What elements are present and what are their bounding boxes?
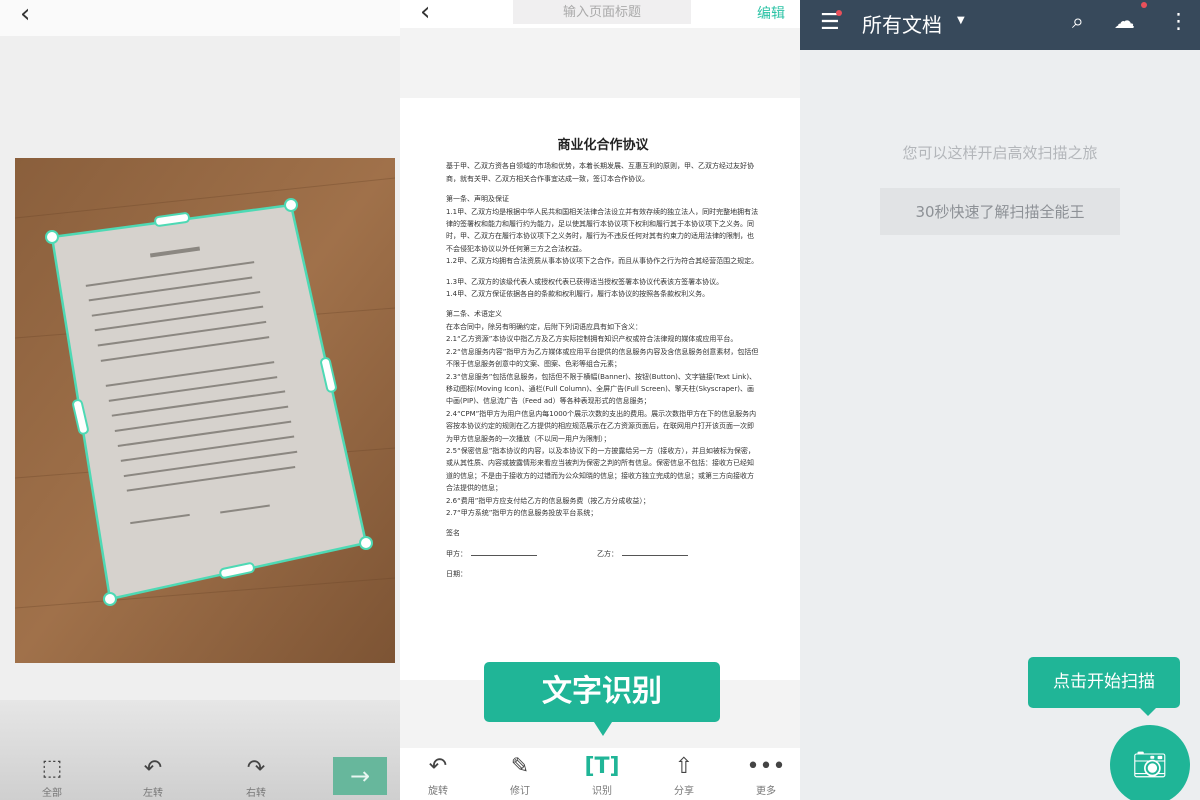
rotate-icon: ↶ (428, 754, 448, 779)
arrow-right-icon: → (349, 762, 371, 790)
edit-button[interactable]: 编辑 (757, 3, 785, 23)
doc-heading: 第二条、术语定义 (446, 310, 502, 319)
doc-paragraph: 1.1甲、乙双方均是根据中华人民共和国相关法律合法设立并有效存续的独立法人，同时… (446, 207, 759, 253)
notification-dot (1141, 2, 1147, 8)
doc-paragraph: 1.3甲、乙双方的该级代表人或授权代表已获得适当授权签署本协议代表该方签署本协议… (446, 277, 724, 286)
corner-handle (103, 592, 117, 606)
scan-button[interactable]: 📷︎ (1110, 725, 1190, 800)
doc-paragraph: 1.2甲、乙双方均拥有合法资质从事本协议项下之合作，而且从事协作之行为符合其经营… (446, 257, 759, 266)
date-label: 日期： (446, 570, 467, 579)
document-title: 商业化合作协议 (557, 138, 649, 153)
revise-button[interactable]: ✎ 修订 (490, 754, 550, 797)
doc-paragraph: 2.2“信息服务内容”指甲方为乙方媒体或应用平台提供的信息服务内容及含信息服务创… (446, 347, 759, 369)
corner-handle (284, 198, 298, 212)
document-photo (15, 158, 395, 663)
doc-paragraph: 2.5“保密信息”指本协议的内容，以及本协议下的一方披露给另一方（接收方），并且… (446, 446, 755, 493)
party-a-label: 甲方： (446, 549, 467, 558)
preview-screen: ‹ 编辑 商业化合作协议 基于甲、乙双方资各自领域的市场和优势，本着长期发展、互… (400, 0, 800, 800)
doc-heading: 第一条、声明及保证 (446, 195, 509, 204)
corner-handle (359, 536, 373, 550)
hint-text: 您可以这样开启高效扫描之旅 (902, 144, 1098, 162)
next-button[interactable]: → (333, 757, 387, 795)
top-bar: ‹ (0, 0, 400, 36)
more-icon: ••• (746, 754, 786, 779)
guide-button[interactable]: 30秒快速了解扫描全能王 (880, 188, 1120, 235)
party-b-label: 乙方： (597, 549, 618, 558)
doc-paragraph: 2.6“费用”指甲方应支付给乙方的信息服务费（按乙方分成收益）； (446, 496, 650, 505)
pencil-icon: ✎ (510, 754, 530, 779)
ocr-tooltip: 文字识别 (484, 662, 720, 736)
doc-paragraph: 在本合同中，除另有明确约定，后附下列词语应具有如下含义： (446, 322, 642, 331)
rotate-left-icon: ↶ (143, 756, 163, 781)
share-icon: ⇧ (674, 754, 694, 779)
doc-paragraph: 2.1“乙方资源”本协议中指乙方及乙方实际控制拥有知识产权或符合法律规的媒体或应… (446, 335, 738, 344)
sign-label: 签名 (446, 529, 460, 538)
signature-row: 甲方： 乙方： (446, 548, 760, 560)
document-page: 商业化合作协议 基于甲、乙双方资各自领域的市场和优势，本着长期发展、互惠互利的原… (400, 98, 800, 680)
caret-down-icon[interactable]: ▼ (957, 15, 965, 26)
crop-screen: ‹ ⬚ 全部 ↶ 左转 ↷ 右转 → (0, 0, 400, 800)
rotate-right-icon: ↷ (246, 756, 266, 781)
cloud-upload-icon[interactable]: ☁ (1114, 9, 1135, 33)
share-button[interactable]: ⇧ 分享 (654, 754, 714, 797)
scan-tooltip: 点击开始扫描 (1028, 657, 1180, 716)
recognize-button[interactable]: [T] 识别 (572, 754, 632, 797)
home-screen: ☰ 所有文档 ▼ ⌕ ☁ ⋮ 您可以这样开启高效扫描之旅 30秒快速了解扫描全能… (800, 0, 1200, 800)
back-button[interactable]: ‹ (420, 0, 430, 25)
more-button[interactable]: ••• 更多 (736, 754, 796, 797)
doc-paragraph: 2.3“信息服务”包括信息服务，包括但不限于横幅(Banner)、按钮(Butt… (446, 372, 757, 406)
more-vert-icon[interactable]: ⋮ (1168, 9, 1189, 33)
text-recognize-icon: [T] (584, 754, 620, 779)
back-button[interactable]: ‹ (20, 1, 30, 27)
doc-paragraph: 2.4“CPM”指甲方为用户信息内每1000个展示次数的支出的费用。展示次数指甲… (446, 409, 757, 443)
preview-toolbar: ↶ 旋转 ✎ 修订 [T] 识别 ⇧ 分享 ••• 更多 (400, 748, 800, 800)
select-all-icon: ⬚ (41, 756, 63, 781)
camera-icon: 📷︎ (1132, 748, 1168, 781)
rotate-right-button[interactable]: ↷ 右转 (226, 756, 286, 799)
rotate-button[interactable]: ↶ 旋转 (408, 754, 468, 797)
corner-handle (45, 230, 59, 244)
search-icon[interactable]: ⌕ (1072, 9, 1084, 34)
folder-title[interactable]: 所有文档 (862, 9, 942, 38)
doc-paragraph: 基于甲、乙双方资各自领域的市场和优势，本着长期发展、互惠互利的原则，甲、乙双方经… (446, 162, 754, 183)
doc-paragraph: 1.4甲、乙双方保证依据各自的条款和权利履行，履行本协议的按照各条款权利义务。 (446, 290, 710, 299)
page-title-input[interactable] (513, 0, 691, 24)
rotate-left-button[interactable]: ↶ 左转 (123, 756, 183, 799)
notification-dot (836, 10, 842, 16)
select-all-button[interactable]: ⬚ 全部 (22, 756, 82, 799)
app-header: ☰ 所有文档 ▼ ⌕ ☁ ⋮ (800, 0, 1200, 50)
top-bar: ‹ 编辑 (400, 0, 800, 28)
doc-paragraph: 2.7“甲方系统”指甲方的信息服务投放平台系统； (446, 508, 598, 517)
